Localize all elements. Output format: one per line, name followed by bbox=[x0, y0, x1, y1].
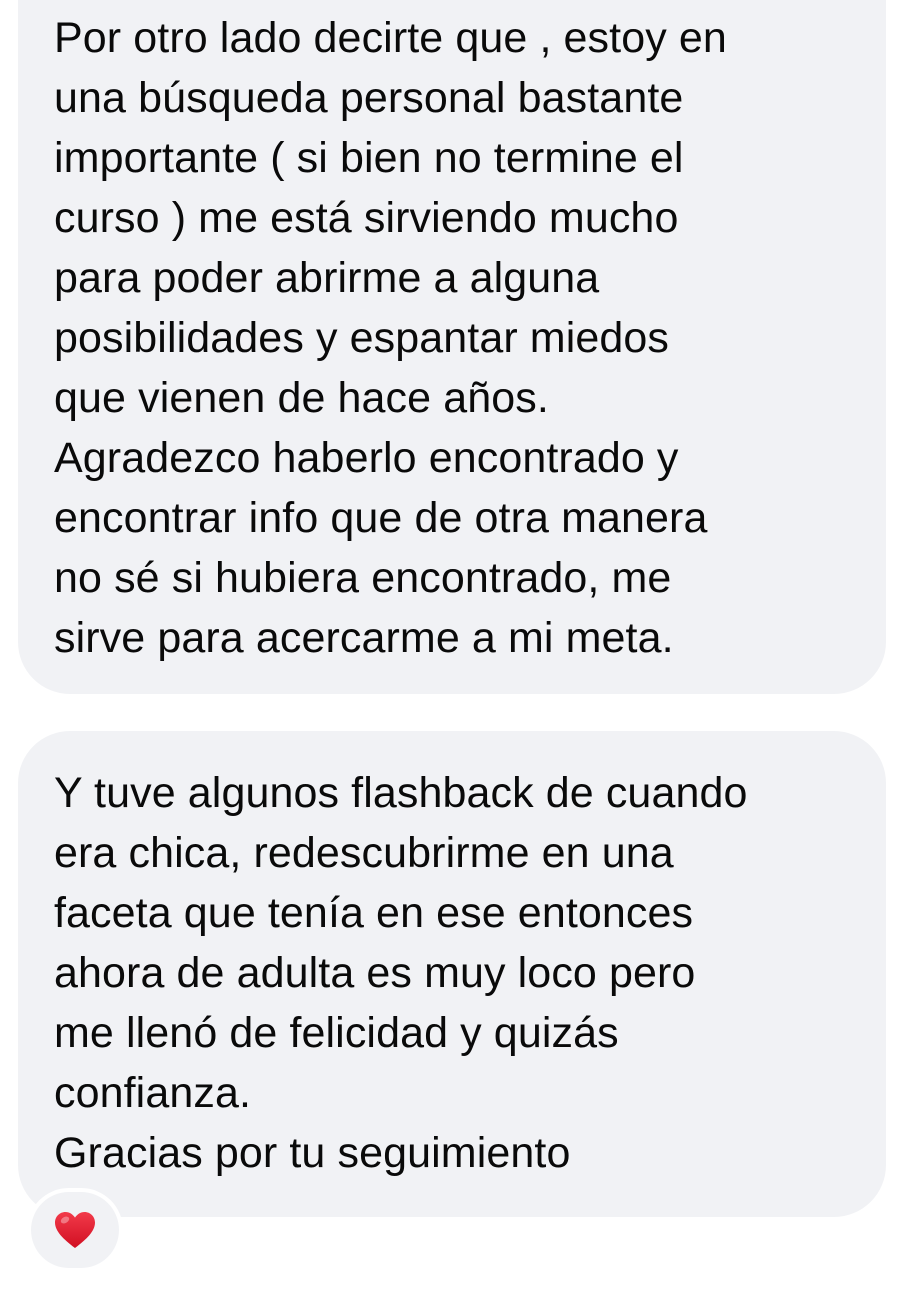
message-bubble[interactable]: Y tuve algunos flashback de cuando era c… bbox=[18, 731, 886, 1217]
message-line: que vienen de hace años. bbox=[54, 374, 549, 422]
message-line: era chica, redescubrirme en una bbox=[54, 829, 674, 877]
message-line: para poder abrirme a alguna bbox=[54, 254, 600, 302]
red-heart-icon bbox=[55, 1212, 95, 1248]
message-line: una búsqueda personal bastante bbox=[54, 74, 684, 122]
message-line: faceta que tenía en ese entonces bbox=[54, 889, 694, 937]
message-line: sirve para acercarme a mi meta. bbox=[54, 614, 674, 662]
message-line: posibilidades y espantar miedos bbox=[54, 314, 670, 362]
message-bubble[interactable]: Por otro lado decirte que , estoy en una… bbox=[18, 0, 886, 694]
message-line: importante ( si bien no termine el bbox=[54, 134, 684, 182]
message-line: Gracias por tu seguimiento bbox=[54, 1129, 571, 1177]
message-text: Por otro lado decirte que , estoy en una… bbox=[54, 8, 866, 668]
message-line: Y tuve algunos flashback de cuando bbox=[54, 769, 748, 817]
message-line: ahora de adulta es muy loco pero bbox=[54, 949, 696, 997]
message-line: me llenó de felicidad y quizás bbox=[54, 1009, 619, 1057]
message-reaction[interactable] bbox=[31, 1192, 119, 1268]
message-line: Por otro lado decirte que , estoy en bbox=[54, 14, 727, 62]
message-line: Agradezco haberlo encontrado y bbox=[54, 434, 679, 482]
message-line: curso ) me está sirviendo mucho bbox=[54, 194, 679, 242]
message-line: no sé si hubiera encontrado, me bbox=[54, 554, 672, 602]
message-text: Y tuve algunos flashback de cuando era c… bbox=[54, 763, 866, 1183]
message-line: encontrar info que de otra manera bbox=[54, 494, 708, 542]
message-line: confianza. bbox=[54, 1069, 252, 1117]
